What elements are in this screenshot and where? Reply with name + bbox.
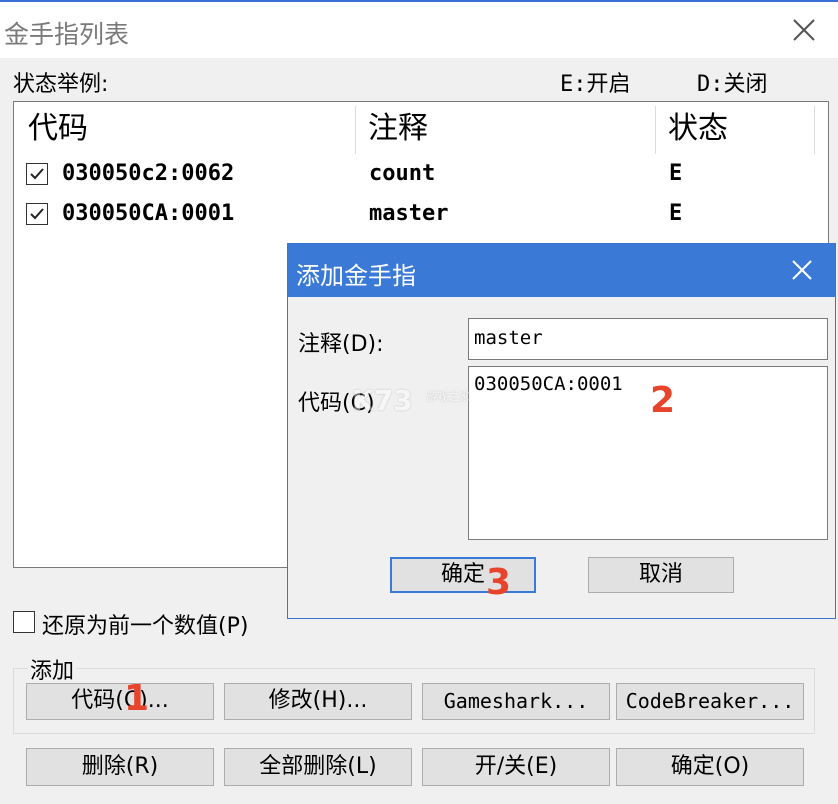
delete-button[interactable]: 删除(R) xyxy=(26,748,214,786)
watermark: K73 游戏之家 xyxy=(352,384,492,424)
gameshark-button-label: Gameshark... xyxy=(443,689,589,713)
add-cheat-dialog: 添加金手指 注释(D): master 代码(C) 030050CA:0001 … xyxy=(287,243,836,619)
note-field-label: 注释(D): xyxy=(298,332,384,357)
row-state: E xyxy=(669,201,683,226)
note-input-value: master xyxy=(474,327,543,349)
column-divider xyxy=(814,106,815,154)
dialog-cancel-button[interactable]: 取消 xyxy=(588,557,734,593)
row-checkbox[interactable] xyxy=(26,163,48,185)
row-note: master xyxy=(369,201,449,226)
note-input[interactable]: master xyxy=(468,318,828,360)
window-close-button[interactable] xyxy=(790,16,818,44)
table-row[interactable]: 030050c2:0062 count E xyxy=(14,154,814,194)
checkmark-icon xyxy=(30,208,44,220)
dialog-cancel-button-label: 取消 xyxy=(638,562,683,587)
table-row[interactable]: 030050CA:0001 master E xyxy=(14,194,814,234)
row-code: 030050CA:0001 xyxy=(62,201,235,226)
column-header-note[interactable]: 注释 xyxy=(368,102,428,156)
modify-button-label: 修改(H)... xyxy=(268,688,368,713)
annotation-marker: 2 xyxy=(650,380,676,421)
ok-button-label: 确定(O) xyxy=(670,754,750,779)
row-note: count xyxy=(369,161,436,186)
add-code-button-label: 代码(C)... xyxy=(71,688,169,713)
dialog-close-button[interactable] xyxy=(788,256,816,284)
state-example-label: 状态举例: xyxy=(13,72,109,97)
dialog-ok-button-label: 确定 xyxy=(440,562,485,587)
gameshark-button[interactable]: Gameshark... xyxy=(422,683,610,720)
window-title: 金手指列表 xyxy=(4,20,130,49)
add-code-button[interactable]: 代码(C)... xyxy=(26,683,214,720)
dialog-ok-button[interactable]: 确定 xyxy=(390,557,536,593)
watermark-text: 游戏之家 xyxy=(426,390,470,403)
checkmark-icon xyxy=(30,168,44,180)
annotation-marker: 3 xyxy=(486,562,512,603)
column-divider xyxy=(655,106,656,154)
close-icon xyxy=(792,260,812,280)
restore-checkbox[interactable] xyxy=(13,611,35,633)
delete-all-button-label: 全部删除(L) xyxy=(259,754,377,779)
delete-all-button[interactable]: 全部删除(L) xyxy=(224,748,412,786)
column-header-state[interactable]: 状态 xyxy=(668,102,728,156)
state-enabled-legend: E:开启 xyxy=(560,72,631,97)
restore-checkbox-label: 还原为前一个数值(P) xyxy=(42,614,249,639)
toggle-button-label: 开/关(E) xyxy=(474,754,558,779)
modify-button[interactable]: 修改(H)... xyxy=(224,683,412,720)
code-textarea[interactable]: 030050CA:0001 xyxy=(468,366,828,540)
codebreaker-button[interactable]: CodeBreaker... xyxy=(616,683,804,720)
annotation-marker: 1 xyxy=(124,678,150,719)
row-state: E xyxy=(669,161,683,186)
code-textarea-value: 030050CA:0001 xyxy=(474,373,623,395)
add-group-label: 添加 xyxy=(28,653,77,685)
row-checkbox[interactable] xyxy=(26,203,48,225)
row-code: 030050c2:0062 xyxy=(62,161,235,186)
dialog-title: 添加金手指 xyxy=(296,262,416,290)
column-divider xyxy=(355,106,356,154)
column-header-code[interactable]: 代码 xyxy=(28,102,88,156)
ok-button[interactable]: 确定(O) xyxy=(616,748,804,786)
state-disabled-legend: D:关闭 xyxy=(697,72,768,97)
toggle-button[interactable]: 开/关(E) xyxy=(422,748,610,786)
window-top-border xyxy=(0,0,838,2)
close-icon xyxy=(793,19,815,41)
codebreaker-button-label: CodeBreaker... xyxy=(625,689,795,713)
watermark-logo: K73 xyxy=(352,384,413,417)
delete-button-label: 删除(R) xyxy=(81,754,159,779)
